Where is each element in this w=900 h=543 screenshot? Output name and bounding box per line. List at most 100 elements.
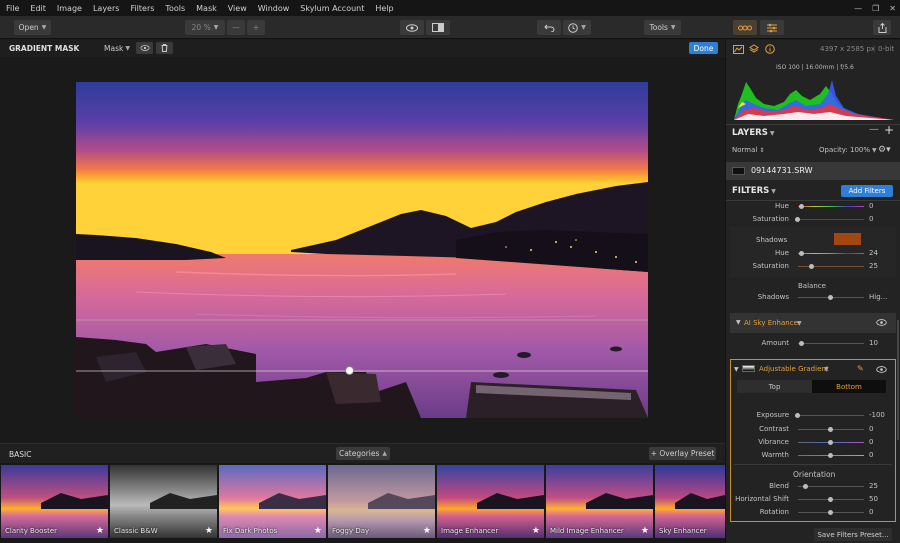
preset-thumb-clarity-booster[interactable]: Clarity Booster ★ [1,465,108,538]
amount-slider[interactable] [798,343,864,344]
slider-knob[interactable] [828,510,833,515]
preset-thumb-foggy-day[interactable]: Foggy Day ★ [328,465,435,538]
preset-thumb-fix-dark-photos[interactable]: Fix Dark Photos ★ [219,465,326,538]
star-icon[interactable]: ★ [641,526,649,536]
info-view-button[interactable] [733,20,757,35]
preset-thumb-mild-image-enhancer[interactable]: Mild Image Enhancer ★ [546,465,653,538]
share-button[interactable] [873,20,891,35]
filters-header[interactable]: FILTERS ▼ [732,186,776,196]
slider-knob[interactable] [795,217,800,222]
undo-button[interactable] [537,20,561,35]
zoom-in-button[interactable]: + [247,20,265,35]
menu-filters[interactable]: Filters [124,4,159,13]
shadows-hue-slider[interactable] [798,253,864,254]
menu-mask[interactable]: Mask [190,4,222,13]
slider-knob[interactable] [799,341,804,346]
star-icon[interactable]: ★ [532,526,540,536]
slider-knob[interactable] [803,484,808,489]
compare-button[interactable] [426,20,450,35]
slider-knob[interactable] [799,204,804,209]
categories-button[interactable]: Categories ▲ [336,447,390,460]
menu-edit[interactable]: Edit [24,4,51,13]
gradient-handle[interactable] [345,366,354,375]
menu-layers[interactable]: Layers [87,4,124,13]
save-filters-preset-button[interactable]: Save Filters Preset... [814,528,892,541]
star-icon[interactable]: ★ [423,526,431,536]
eye-icon[interactable] [876,319,887,326]
opacity-select[interactable]: Opacity: 100% ▼ [819,146,877,154]
trash-icon [161,44,168,52]
blend-mode-select[interactable]: Normal ⇕ [732,146,764,154]
history-button[interactable]: ▼ [563,20,591,35]
layer-row[interactable]: 09144731.SRW [726,162,900,180]
preset-thumb-sky-enhancer[interactable]: Sky Enhancer [655,465,725,538]
close-icon[interactable]: ✕ [889,4,896,13]
menu-image[interactable]: Image [51,4,87,13]
menu-tools[interactable]: Tools [159,4,190,13]
restore-icon[interactable]: ❐ [872,4,879,13]
adjustments-button[interactable] [760,20,784,35]
menu-help[interactable]: Help [369,4,398,13]
eye-icon[interactable] [876,366,887,373]
updown-icon: ⇕ [759,146,765,154]
add-filters-button[interactable]: Add Filters [841,185,893,197]
slider-knob[interactable] [828,427,833,432]
histogram-icon[interactable] [733,45,744,54]
star-icon[interactable]: ★ [205,526,213,536]
mask-visibility-button[interactable] [136,42,153,54]
shadows-color-swatch[interactable] [834,233,861,245]
blend-value: 25 [869,482,878,490]
menu-view[interactable]: View [222,4,252,13]
photo[interactable] [76,82,648,418]
info-icon[interactable] [765,44,775,54]
preset-thumb-image-enhancer[interactable]: Image Enhancer ★ [437,465,544,538]
image-canvas[interactable] [0,57,725,442]
slider-knob[interactable] [828,295,833,300]
done-button[interactable]: Done [689,42,718,54]
tab-bottom[interactable]: Bottom [812,380,886,393]
tab-top[interactable]: Top [737,380,812,393]
mask-title: GRADIENT MASK [9,44,80,53]
hue-slider[interactable] [798,206,864,207]
open-button[interactable]: Open ▼ [14,20,51,35]
star-icon[interactable]: ★ [314,526,322,536]
warmth-label: Warmth [761,451,789,459]
minimize-icon[interactable]: — [854,4,862,13]
zoom-out-button[interactable]: — [227,20,245,35]
zoom-select[interactable]: 20 % ▼ [185,20,225,35]
overlay-preset-button[interactable]: + Overlay Preset [649,447,716,460]
collapse-triangle-icon[interactable]: ▼ [734,366,739,373]
clock-icon [568,22,578,33]
star-icon[interactable]: ★ [96,526,104,536]
layers-stack-icon[interactable] [749,44,759,54]
remove-layer-button[interactable]: — [869,124,879,135]
delete-mask-button[interactable] [156,42,173,54]
brush-icon[interactable]: ✎ [857,364,864,373]
tools-button[interactable]: Tools ▼ [644,20,681,35]
slider-knob[interactable] [828,497,833,502]
layers-header[interactable]: LAYERS ▼ [732,128,774,138]
slider-knob[interactable] [809,264,814,269]
menu-file[interactable]: File [0,4,24,13]
chevron-down-icon: ▼ [769,129,775,137]
preset-thumb-classic-bw[interactable]: Classic B&W ★ [110,465,217,538]
menu-window[interactable]: Window [252,4,295,13]
exposure-slider[interactable] [798,415,864,416]
slider-knob[interactable] [795,413,800,418]
vibrance-value: 0 [869,438,874,446]
menu-skylum-account[interactable]: Skylum Account [294,4,369,13]
slider-knob[interactable] [828,440,833,445]
tab-bottom-label: Bottom [836,382,862,391]
preset-label: Clarity Booster [5,527,58,535]
saturation-slider[interactable] [798,219,864,220]
panel-scrollbar[interactable] [897,320,899,440]
preset-label: Mild Image Enhancer [550,527,624,535]
layer-settings-icon[interactable]: ⚙▾ [878,145,891,155]
preview-eye-button[interactable] [400,20,424,35]
slider-knob[interactable] [799,251,804,256]
mask-menu[interactable]: Mask ▼ [104,43,130,54]
shadows-saturation-slider[interactable] [798,266,864,267]
slider-knob[interactable] [828,453,833,458]
collapse-triangle-icon[interactable]: ▼ [736,319,741,326]
add-layer-button[interactable]: + [884,123,894,137]
